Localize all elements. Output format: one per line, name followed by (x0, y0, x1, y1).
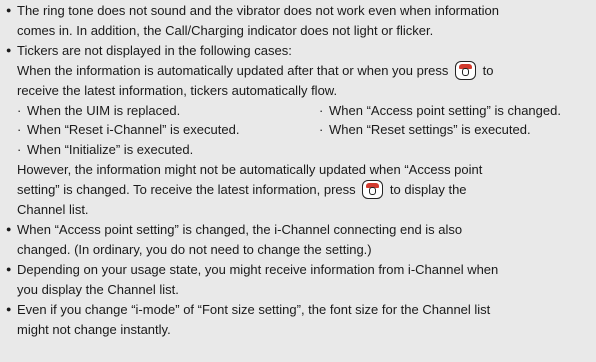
note-text-line: comes in. In addition, the Call/Charging… (17, 22, 434, 38)
note-text-line: Depending on your usage state, you might… (17, 261, 499, 277)
note-text-line: changed. (In ordinary, you do not need t… (17, 241, 372, 257)
bullet-icon: ● (6, 44, 12, 55)
case-item: · When “Reset settings” is executed. (319, 122, 531, 138)
note-item: ● Depending on your usage state, you mig… (6, 260, 590, 300)
note-text: to (482, 62, 494, 78)
note-text: setting” is changed. To receive the late… (17, 182, 356, 198)
note-text: When the information is automatically up… (17, 62, 449, 78)
bullet-icon: ● (6, 263, 12, 274)
case-item: · When “Access point setting” is changed. (319, 102, 561, 118)
ticker-update-text: When the information is automatically up… (6, 60, 590, 101)
note-text-line: However, the information might not be au… (17, 162, 483, 178)
note-item: ● When “Access point setting” is changed… (6, 220, 590, 260)
case-item: · When the UIM is replaced. (17, 102, 181, 118)
bullet-icon: ● (6, 5, 12, 15)
note-text-line: The ring tone does not sound and the vib… (17, 3, 500, 18)
note-title: Tickers are not displayed in the followi… (17, 42, 292, 58)
note-text-line: When “Access point setting” is changed, … (17, 221, 463, 237)
bullet-icon: ● (6, 303, 12, 314)
note-text-line: receive the latest information, tickers … (17, 82, 338, 98)
power-end-key-icon (455, 60, 477, 80)
power-end-key-icon (362, 180, 384, 200)
case-item: · When “Initialize” is executed. (17, 142, 194, 158)
note-text-line: you display the Channel list. (17, 281, 179, 297)
note-text: to display the (389, 182, 467, 198)
however-note: However, the information might not be au… (6, 160, 590, 220)
cases-list: · When the UIM is replaced. · When “Access… (6, 101, 590, 161)
case-item: · When “Reset i-Channel” is executed. (17, 122, 240, 138)
note-text-line: Even if you change “i-mode” of “Font siz… (17, 301, 491, 317)
notes-page: ● The ring tone does not sound and the v… (0, 0, 596, 362)
note-text-line: might not change instantly. (17, 321, 171, 337)
note-text-line: Channel list. (17, 202, 89, 218)
bullet-icon: ● (6, 223, 12, 234)
note-item: ● The ring tone does not sound and the v… (6, 1, 590, 41)
note-item: ● Even if you change “i-mode” of “Font s… (6, 300, 590, 340)
note-item: ● Tickers are not displayed in the follo… (6, 41, 590, 61)
